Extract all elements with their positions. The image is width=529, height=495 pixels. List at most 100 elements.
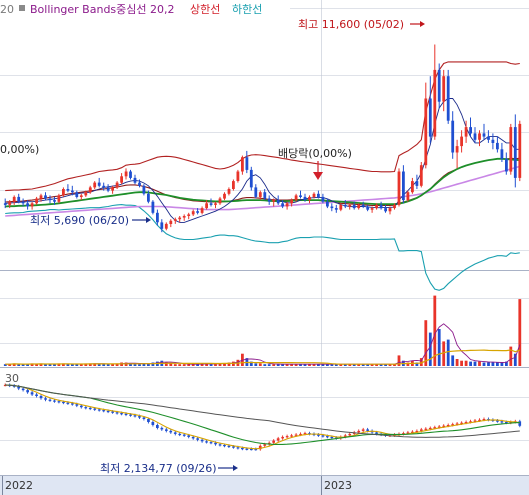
candle-body [84,192,88,196]
candle-body [156,212,159,223]
index-candle-body [106,410,110,413]
index-candle-body [357,430,361,433]
candle-body [357,204,361,209]
candle-body [375,204,378,209]
volume-bar [258,363,262,366]
index-candle-body [57,401,61,403]
volume-bar [267,364,271,366]
year-label-2022: 2022 [5,479,33,492]
index-candle-body [348,433,352,436]
candle [419,162,423,188]
candle-body [200,208,204,213]
candle [446,69,450,124]
candle [236,169,240,183]
candle-body [66,189,70,191]
candle-body [30,203,34,207]
index-candle-body [129,414,132,416]
volume-bar [214,364,217,366]
candle-body [393,204,396,209]
volume-bar [133,364,137,366]
index-candle-body [165,429,168,431]
index-candle-body [21,388,25,391]
candle-body [419,165,423,186]
candle-body [509,127,513,172]
index-candle-body [187,435,190,437]
volume-bar [464,360,468,366]
candle-body [124,171,128,177]
candle [397,168,401,207]
candle-body [75,192,79,197]
candle-body [120,176,123,183]
index-candle-body [178,433,182,436]
candle-body [402,171,405,201]
index-low-annotation: 최저 2,134,77 (09/26) [100,462,217,475]
candle-body [205,203,208,209]
index-candle-body [39,396,43,399]
index-candle-body [330,436,334,439]
candle-body [478,133,481,140]
candle-body [446,76,450,121]
index-candle-body [66,402,70,404]
candle-body [232,181,235,189]
index-candle-body [218,444,222,446]
volume-bar [473,361,477,366]
index-candle-body [321,435,325,437]
candle-body [428,98,432,137]
candle-body [71,190,74,193]
volume-bar [437,329,441,366]
index-candle-body [133,415,137,417]
candle-body [348,204,352,207]
candle-body [415,181,419,186]
volume-bar [451,355,455,366]
index-candle-body [169,430,173,433]
candle-body [106,187,110,191]
candle-body [366,206,370,210]
legend-square-icon [19,5,25,11]
index-candle-body [250,448,253,451]
candle-body [303,196,307,201]
candle-body [44,195,47,199]
candle-body [276,200,280,204]
candle-body [505,158,508,172]
index-candle-body [30,392,34,395]
candle-body [460,136,463,147]
candle-body [178,217,182,220]
candle-body [487,136,490,140]
index-candle-body [88,407,92,410]
candle-body [57,195,61,202]
candle-body [249,169,253,188]
candle-body [160,222,164,229]
index-candle-body [93,408,97,410]
candle-body [308,196,311,201]
index-candle-body [111,411,114,413]
candle-body [173,219,177,221]
candle-body [245,157,249,170]
index-candle-body [196,438,199,440]
volume-bar [460,360,463,366]
volume-bar [254,363,258,366]
candle-body [209,203,213,205]
index-candle-body [156,425,159,428]
volume-bar [209,364,213,366]
index-candle-body [223,445,226,447]
candle [437,63,441,108]
index-candle-body [53,400,56,402]
candle-body [102,185,106,188]
candle-body [258,192,262,197]
candle-body [142,185,146,194]
candle-body [437,69,441,102]
volume-bar [178,364,182,366]
candle-body [312,193,316,197]
candle-body [281,203,284,207]
candle-body [267,198,271,202]
candle-body [12,196,16,202]
candle-body [464,127,468,137]
candle-body [39,195,43,199]
candle-body [352,204,356,209]
index-candle-body [276,438,280,441]
candle-body [473,133,477,140]
volume-bar [442,341,446,366]
volume-bar [469,361,472,366]
chart-canvas: 20 Bollinger Bands중심선 20,2 상한선 하한선 최고 11… [0,0,529,495]
index-candle-body [102,410,105,412]
